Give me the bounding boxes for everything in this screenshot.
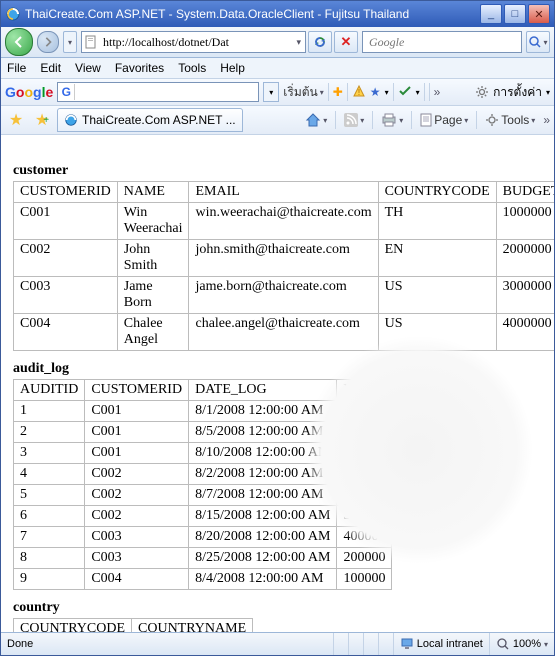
auditlog-heading: audit_log bbox=[13, 361, 542, 377]
menu-favorites[interactable]: Favorites bbox=[115, 61, 164, 75]
status-text: Done bbox=[1, 633, 334, 655]
close-button[interactable]: ✕ bbox=[528, 4, 550, 24]
tab-title: ThaiCreate.Com ASP.NET ... bbox=[82, 113, 236, 127]
table-row: 8C0038/25/2008 12:00:00 AM200000 bbox=[14, 548, 392, 569]
menubar: File Edit View Favorites Tools Help bbox=[1, 58, 554, 79]
minimize-button[interactable]: _ bbox=[480, 4, 502, 24]
customer-table: CUSTOMERID NAME EMAIL COUNTRYCODE BUDGET… bbox=[13, 181, 554, 351]
table-row: 1C0018/1/2008 12:00:00 AM100000 bbox=[14, 401, 392, 422]
titlebar: ThaiCreate.Com ASP.NET - System.Data.Ora… bbox=[1, 1, 554, 27]
google-bookmark-icon[interactable]: ★ bbox=[370, 85, 381, 99]
search-input[interactable] bbox=[367, 34, 517, 51]
stop-button[interactable]: ✕ bbox=[334, 31, 358, 53]
table-header-row: CUSTOMERID NAME EMAIL COUNTRYCODE BUDGET… bbox=[14, 182, 555, 203]
page-content: customer CUSTOMERID NAME EMAIL COUNTRYCO… bbox=[1, 135, 554, 632]
url-input[interactable] bbox=[101, 34, 294, 51]
table-row: 4C0028/2/2008 12:00:00 AM400000 bbox=[14, 464, 392, 485]
table-header-row: AUDITID CUSTOMERID DATE_LOG USED bbox=[14, 380, 392, 401]
google-search-dropdown[interactable]: ▾ bbox=[263, 82, 279, 102]
customer-heading: customer bbox=[13, 163, 542, 179]
address-bar[interactable]: ▾ bbox=[81, 31, 306, 53]
forward-button[interactable] bbox=[37, 31, 59, 53]
table-row: C001Win Weerachaiwin.weerachai@thaicreat… bbox=[14, 203, 555, 240]
page-menu-label: Page bbox=[434, 113, 462, 127]
google-search-box[interactable]: G bbox=[57, 82, 259, 102]
table-row: 7C0038/20/2008 12:00:00 AM400000 bbox=[14, 527, 392, 548]
google-search-input[interactable] bbox=[75, 84, 258, 100]
table-row: C003Jame Bornjame.born@thaicreate.comUS3… bbox=[14, 277, 555, 314]
ie-icon bbox=[5, 6, 21, 22]
zoom-control[interactable]: 100% ▾ bbox=[490, 637, 554, 651]
page-icon bbox=[84, 35, 98, 49]
menu-file[interactable]: File bbox=[7, 61, 26, 75]
google-settings-label[interactable]: การตั้งค่า bbox=[493, 83, 542, 102]
window-title: ThaiCreate.Com ASP.NET - System.Data.Ora… bbox=[25, 7, 480, 21]
zoom-icon bbox=[496, 637, 510, 651]
country-heading: country bbox=[13, 600, 542, 616]
table-row: 9C0048/4/2008 12:00:00 AM100000 bbox=[14, 569, 392, 590]
google-start-button[interactable]: เริ่มต้น▾ bbox=[283, 83, 323, 102]
table-row: 3C0018/10/2008 12:00:00 AM300000 bbox=[14, 443, 392, 464]
toolbar-chevron[interactable]: » bbox=[543, 113, 550, 127]
svg-text:!: ! bbox=[358, 88, 360, 97]
google-more-chevron[interactable]: » bbox=[434, 85, 441, 99]
google-toolbar: Google G ▾ เริ่มต้น▾ ✚ ! ★▾ ▾ » การตั้งค… bbox=[1, 79, 554, 106]
favorites-bar: ★ ★+ ThaiCreate.Com ASP.NET ... ▾ ▾ ▾ Pa… bbox=[1, 106, 554, 135]
history-dropdown[interactable]: ▾ bbox=[63, 31, 77, 53]
menu-tools[interactable]: Tools bbox=[178, 61, 206, 75]
table-header-row: COUNTRYCODE COUNTRYNAME bbox=[14, 619, 253, 633]
url-dropdown-icon[interactable]: ▾ bbox=[294, 37, 303, 48]
google-start-label: เริ่มต้น bbox=[283, 83, 317, 102]
tools-menu-label: Tools bbox=[501, 113, 529, 127]
zoom-value: 100% bbox=[513, 638, 541, 650]
google-plus-icon[interactable]: ✚ bbox=[333, 85, 343, 99]
back-button[interactable] bbox=[5, 28, 33, 56]
gear-icon[interactable] bbox=[475, 85, 489, 99]
google-g-icon: G bbox=[58, 84, 75, 100]
tab-ie-icon bbox=[64, 113, 78, 127]
computer-icon bbox=[400, 637, 414, 651]
refresh-button[interactable] bbox=[308, 31, 332, 53]
google-alert-icon[interactable]: ! bbox=[352, 84, 366, 101]
add-favorite-button[interactable]: ★+ bbox=[31, 109, 53, 131]
google-check-icon[interactable] bbox=[398, 84, 412, 101]
statusbar: Done Local intranet 100% ▾ bbox=[1, 632, 554, 655]
favorites-star-button[interactable]: ★ bbox=[5, 109, 27, 131]
browser-tab[interactable]: ThaiCreate.Com ASP.NET ... bbox=[57, 108, 243, 132]
table-row: 5C0028/7/2008 12:00:00 AM100000 bbox=[14, 485, 392, 506]
table-row: 2C0018/5/2008 12:00:00 AM200000 bbox=[14, 422, 392, 443]
browser-window: ThaiCreate.Com ASP.NET - System.Data.Ora… bbox=[0, 0, 555, 656]
table-row: C002John Smithjohn.smith@thaicreate.comE… bbox=[14, 240, 555, 277]
maximize-button[interactable]: □ bbox=[504, 4, 526, 24]
auditlog-table: AUDITID CUSTOMERID DATE_LOG USED 1C0018/… bbox=[13, 379, 392, 590]
menu-view[interactable]: View bbox=[75, 61, 101, 75]
google-logo: Google bbox=[5, 84, 53, 100]
table-row: 6C0028/15/2008 12:00:00 AM300000 bbox=[14, 506, 392, 527]
table-row: C004Chalee Angelchalee.angel@thaicreate.… bbox=[14, 314, 555, 351]
search-box[interactable] bbox=[362, 31, 522, 53]
page-menu[interactable]: Page▾ bbox=[418, 113, 470, 127]
feeds-button[interactable]: ▾ bbox=[342, 113, 366, 127]
nav-toolbar: ▾ ▾ ✕ ▾ bbox=[1, 27, 554, 58]
home-button[interactable]: ▾ bbox=[303, 112, 329, 128]
search-button[interactable]: ▾ bbox=[526, 31, 550, 53]
menu-edit[interactable]: Edit bbox=[40, 61, 61, 75]
menu-help[interactable]: Help bbox=[220, 61, 245, 75]
country-table: COUNTRYCODE COUNTRYNAME THThailand ENEng… bbox=[13, 618, 253, 632]
tools-menu[interactable]: Tools▾ bbox=[483, 113, 537, 127]
security-zone: Local intranet bbox=[394, 633, 490, 655]
print-button[interactable]: ▾ bbox=[379, 113, 405, 127]
